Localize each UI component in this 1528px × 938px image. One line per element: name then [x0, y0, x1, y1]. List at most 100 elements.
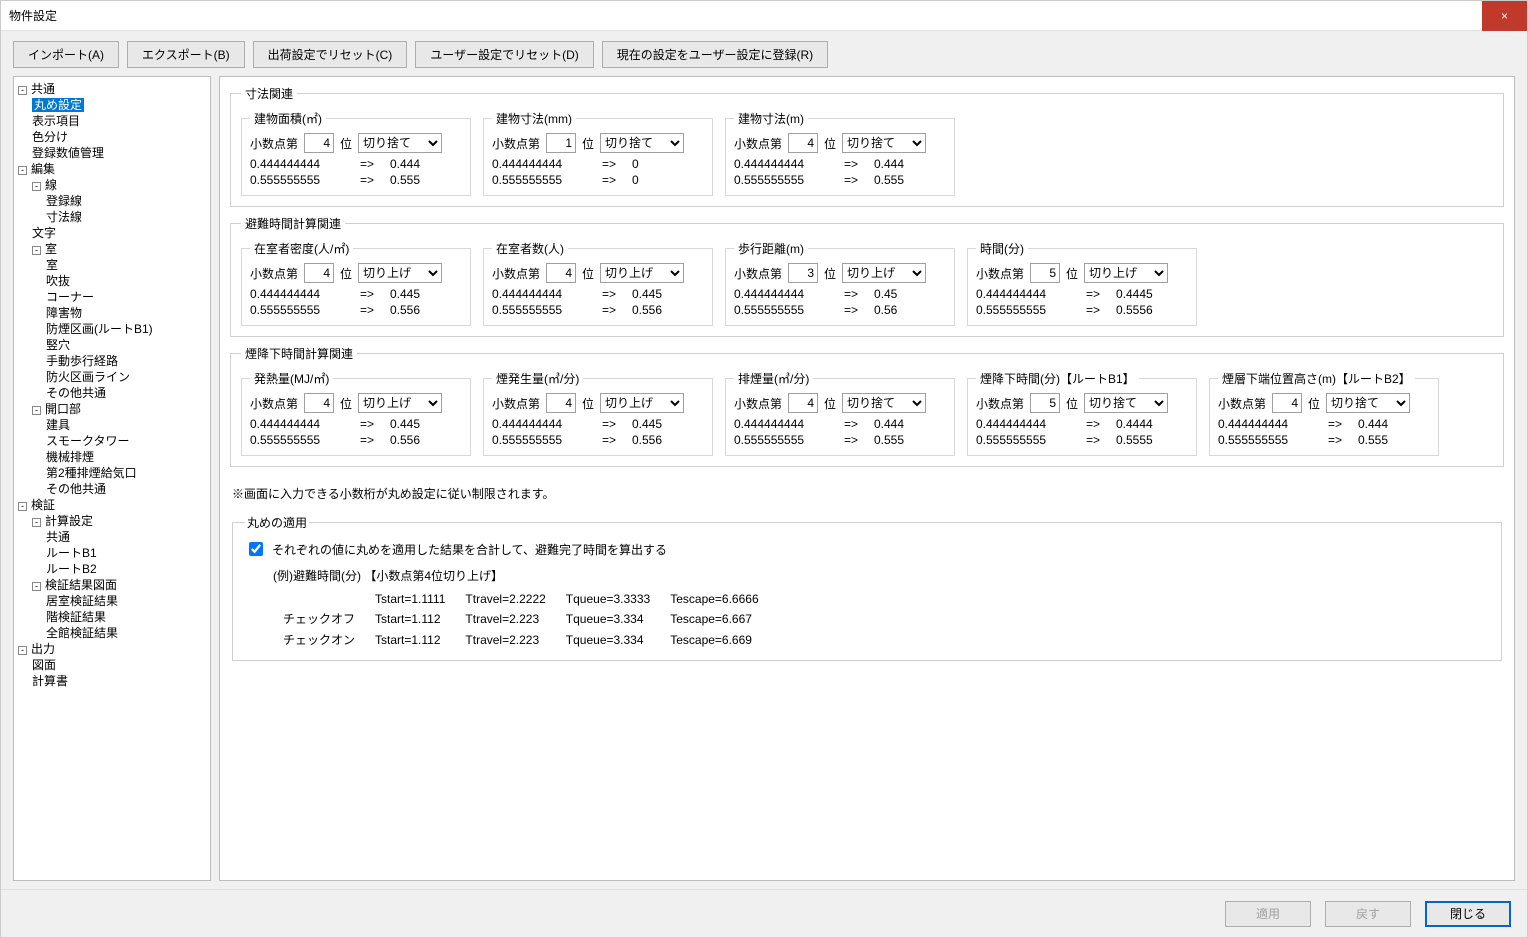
- tree-node[interactable]: 全館検証結果: [46, 626, 118, 640]
- example-value: 0.4445: [1116, 287, 1188, 301]
- decimal-digit-input[interactable]: [546, 393, 576, 413]
- tree-toggle[interactable]: -: [18, 86, 27, 95]
- nav-tree[interactable]: -共通 丸め設定 表示項目 色分け 登録数値管理 -編集 -線 登録線 寸法線: [13, 76, 211, 881]
- reset-factory-button[interactable]: 出荷設定でリセット(C): [253, 41, 408, 68]
- rounding-mode-select[interactable]: 切り捨て切り上げ: [1084, 393, 1168, 413]
- example-value: =>: [1086, 287, 1116, 301]
- rounding-mode-select[interactable]: 切り捨て切り上げ: [358, 393, 442, 413]
- tree-node[interactable]: 防火区画ライン: [46, 370, 130, 384]
- tree-node-line[interactable]: 線: [45, 178, 57, 192]
- tree-node-output[interactable]: 出力: [31, 642, 55, 656]
- rounding-mode-select[interactable]: 切り捨て切り上げ: [600, 133, 684, 153]
- apply-checkbox-label[interactable]: それぞれの値に丸めを適用した結果を合計して、避難完了時間を算出する: [245, 539, 1489, 559]
- tree-node-regnum[interactable]: 登録数値管理: [32, 146, 104, 160]
- tree-toggle[interactable]: -: [32, 246, 41, 255]
- export-button[interactable]: エクスポート(B): [127, 41, 245, 68]
- tree-node[interactable]: 防煙区画(ルートB1): [46, 322, 153, 336]
- tree-node-opening[interactable]: 開口部: [45, 402, 81, 416]
- tree-node-common[interactable]: 共通: [31, 82, 55, 96]
- rounding-mode-select[interactable]: 切り捨て切り上げ: [1084, 263, 1168, 283]
- tree-node[interactable]: 共通: [46, 530, 70, 544]
- example-value: 0.444444444: [734, 157, 844, 171]
- decimal-digit-input[interactable]: [788, 263, 818, 283]
- tree-node-edit[interactable]: 編集: [31, 162, 55, 176]
- decimal-digit-input[interactable]: [304, 393, 334, 413]
- tree-toggle[interactable]: -: [18, 166, 27, 175]
- tree-node-verify[interactable]: 検証: [31, 498, 55, 512]
- tree-node[interactable]: 階検証結果: [46, 610, 106, 624]
- tree-node-regline[interactable]: 登録線: [46, 194, 82, 208]
- tree-node[interactable]: コーナー: [46, 290, 94, 304]
- tree-node[interactable]: 第2種排煙給気口: [46, 466, 137, 480]
- tree-toggle[interactable]: -: [32, 582, 41, 591]
- decimal-digit-input[interactable]: [1272, 393, 1302, 413]
- example-value: 0.555555555: [492, 303, 602, 317]
- decimal-digit-input[interactable]: [788, 393, 818, 413]
- tree-node-color[interactable]: 色分け: [32, 130, 68, 144]
- rounding-mode-select[interactable]: 切り捨て切り上げ: [1326, 393, 1410, 413]
- example-grid: 0.444444444=>0.4450.555555555=>0.556: [492, 287, 704, 317]
- example-value: =>: [602, 173, 632, 187]
- example-value: =>: [1086, 303, 1116, 317]
- tree-node[interactable]: 図面: [32, 658, 56, 672]
- rounding-mode-select[interactable]: 切り捨て切り上げ: [600, 393, 684, 413]
- register-user-button[interactable]: 現在の設定をユーザー設定に登録(R): [602, 41, 828, 68]
- example-cell: チェックオン: [273, 629, 365, 650]
- tree-node-rounding[interactable]: 丸め設定: [32, 98, 84, 112]
- tree-node-calc[interactable]: 計算設定: [45, 514, 93, 528]
- decimal-digit-input[interactable]: [304, 133, 334, 153]
- example-value: 0.555555555: [734, 433, 844, 447]
- tree-node[interactable]: 障害物: [46, 306, 82, 320]
- tree-toggle[interactable]: -: [32, 518, 41, 527]
- tree-node[interactable]: 吹抜: [46, 274, 70, 288]
- decimal-digit-input[interactable]: [1030, 263, 1060, 283]
- rounding-mode-select[interactable]: 切り捨て切り上げ: [358, 263, 442, 283]
- decimal-prefix-label: 小数点第: [734, 135, 782, 152]
- tree-toggle[interactable]: -: [18, 502, 27, 511]
- tree-toggle[interactable]: -: [32, 182, 41, 191]
- tree-toggle[interactable]: -: [18, 646, 27, 655]
- revert-button[interactable]: 戻す: [1325, 901, 1411, 927]
- tree-node[interactable]: 手動歩行経路: [46, 354, 118, 368]
- example-value: =>: [360, 417, 390, 431]
- tree-node[interactable]: 室: [46, 258, 58, 272]
- apply-checkbox[interactable]: [249, 542, 263, 556]
- rounding-mode-select[interactable]: 切り捨て切り上げ: [842, 133, 926, 153]
- tree-node-text[interactable]: 文字: [32, 226, 56, 240]
- tree-node-resultfig[interactable]: 検証結果図面: [45, 578, 117, 592]
- reset-user-button[interactable]: ユーザー設定でリセット(D): [415, 41, 593, 68]
- decimal-row: 小数点第位切り捨て切り上げ: [734, 133, 946, 153]
- tree-node[interactable]: 居室検証結果: [46, 594, 118, 608]
- tree-node[interactable]: 竪穴: [46, 338, 70, 352]
- close-button[interactable]: 閉じる: [1425, 901, 1511, 927]
- example-value: =>: [844, 157, 874, 171]
- tree-node[interactable]: 機械排煙: [46, 450, 94, 464]
- decimal-digit-input[interactable]: [546, 263, 576, 283]
- example-value: 0.555555555: [492, 433, 602, 447]
- decimal-digit-input[interactable]: [1030, 393, 1060, 413]
- decimal-digit-input[interactable]: [788, 133, 818, 153]
- tree-node[interactable]: ルートB1: [46, 546, 97, 560]
- rounding-mode-select[interactable]: 切り捨て切り上げ: [600, 263, 684, 283]
- import-button[interactable]: インポート(A): [13, 41, 119, 68]
- tree-node[interactable]: 計算書: [32, 674, 68, 688]
- decimal-suffix-label: 位: [1308, 395, 1320, 412]
- rounding-mode-select[interactable]: 切り捨て切り上げ: [842, 263, 926, 283]
- example-value: 0.445: [632, 417, 704, 431]
- example-row: チェックオフTstart=1.112Ttravel=2.223Tqueue=3.…: [273, 608, 769, 629]
- tree-node[interactable]: 建具: [46, 418, 70, 432]
- tree-node-room[interactable]: 室: [45, 242, 57, 256]
- decimal-digit-input[interactable]: [546, 133, 576, 153]
- close-icon[interactable]: ×: [1482, 1, 1527, 31]
- tree-node[interactable]: その他共通: [46, 386, 106, 400]
- rounding-mode-select[interactable]: 切り捨て切り上げ: [358, 133, 442, 153]
- decimal-digit-input[interactable]: [304, 263, 334, 283]
- apply-button[interactable]: 適用: [1225, 901, 1311, 927]
- tree-toggle[interactable]: -: [32, 406, 41, 415]
- rounding-mode-select[interactable]: 切り捨て切り上げ: [842, 393, 926, 413]
- tree-node[interactable]: ルートB2: [46, 562, 97, 576]
- tree-node-display[interactable]: 表示項目: [32, 114, 80, 128]
- tree-node-dimline[interactable]: 寸法線: [46, 210, 82, 224]
- tree-node[interactable]: スモークタワー: [46, 434, 130, 448]
- tree-node[interactable]: その他共通: [46, 482, 106, 496]
